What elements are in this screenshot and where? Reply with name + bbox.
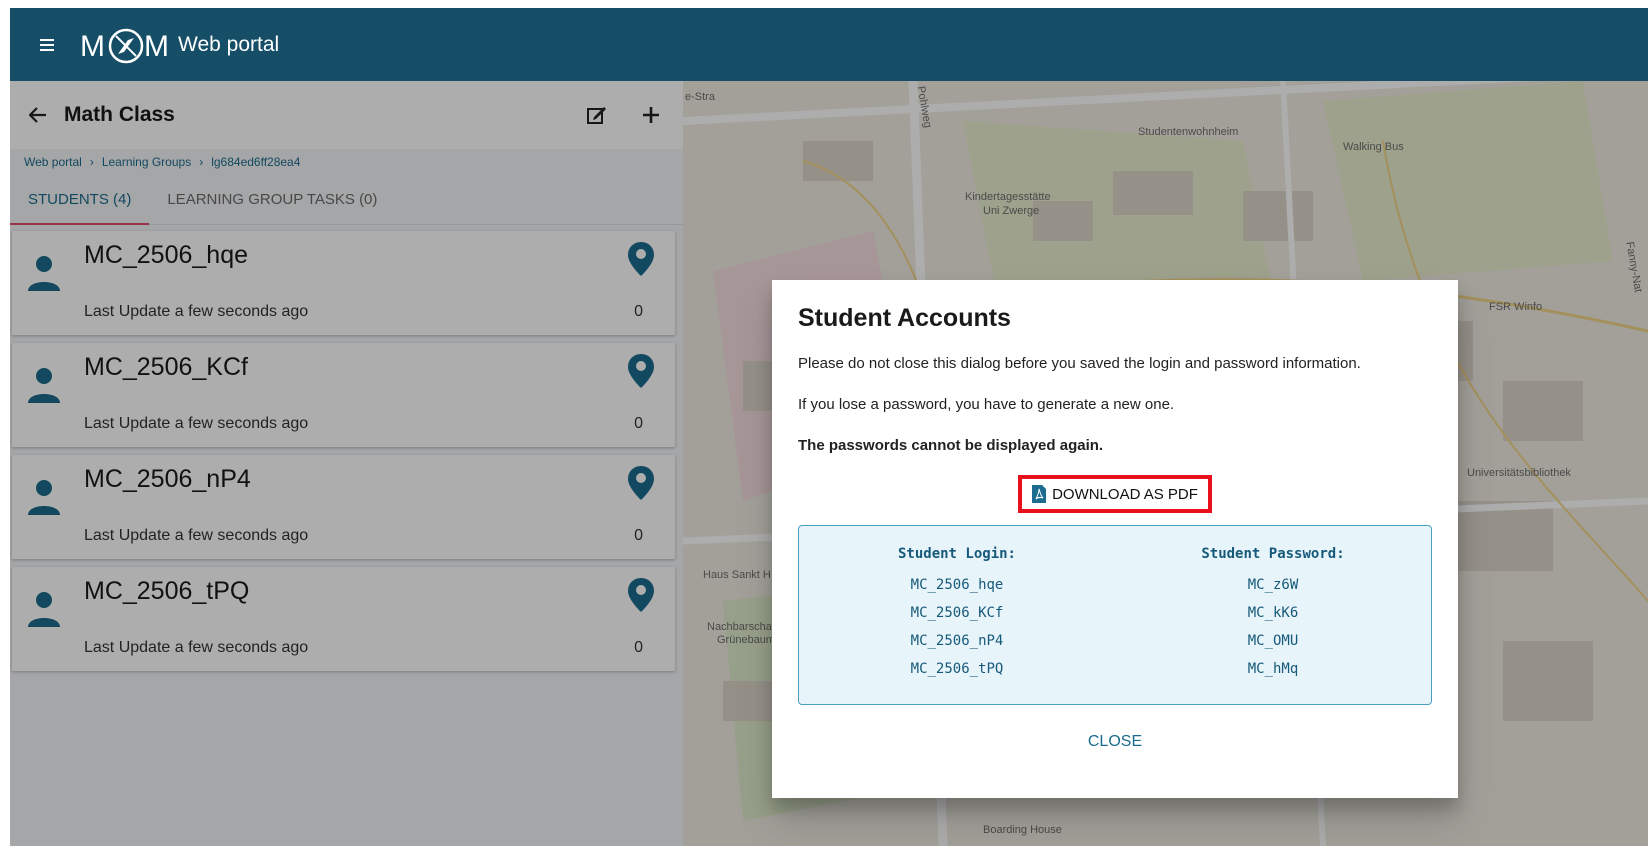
login-value: MC_2506_nP4 — [910, 633, 1004, 649]
dialog-bold-notice: The passwords cannot be displayed again. — [798, 437, 1104, 454]
dialog-actions: CLOSE — [798, 729, 1432, 755]
app-title: Web portal — [178, 32, 280, 56]
download-pdf-button[interactable]: DOWNLOAD AS PDF — [1018, 475, 1212, 513]
svg-text:M: M — [144, 30, 169, 63]
password-value: MC_z6W — [1247, 577, 1299, 593]
download-pdf-label: DOWNLOAD AS PDF — [1052, 485, 1198, 503]
password-column: Student Password: MC_z6W MC_kK6 MC_OMU M… — [1115, 546, 1431, 704]
app-bar: M M Web portal — [10, 8, 1648, 81]
credentials-box: Student Login: MC_2506_hqe MC_2506_KCf M… — [798, 525, 1432, 705]
download-button-row: DOWNLOAD AS PDF — [798, 475, 1432, 513]
login-value: MC_2506_KCf — [910, 605, 1004, 621]
pdf-file-icon — [1032, 485, 1047, 503]
login-header: Student Login: — [897, 546, 1016, 562]
menu-button[interactable] — [30, 27, 66, 63]
dialog-warning-text: Please do not close this dialog before y… — [798, 355, 1361, 372]
login-column: Student Login: MC_2506_hqe MC_2506_KCf M… — [799, 546, 1115, 704]
login-value: MC_2506_tPQ — [910, 661, 1004, 677]
password-value: MC_hMq — [1247, 661, 1299, 677]
password-value: MC_OMU — [1247, 633, 1299, 649]
dialog-info-text: If you lose a password, you have to gene… — [798, 396, 1175, 413]
close-button[interactable]: CLOSE — [1076, 729, 1154, 755]
login-value: MC_2506_hqe — [910, 577, 1004, 593]
svg-text:M: M — [80, 30, 105, 63]
password-value: MC_kK6 — [1247, 605, 1299, 621]
app-logo: M M — [80, 22, 172, 68]
student-accounts-dialog: Student Accounts Please do not close thi… — [772, 280, 1458, 798]
password-header: Student Password: — [1201, 546, 1345, 562]
dialog-title: Student Accounts — [798, 304, 1011, 332]
hamburger-icon — [40, 38, 54, 51]
